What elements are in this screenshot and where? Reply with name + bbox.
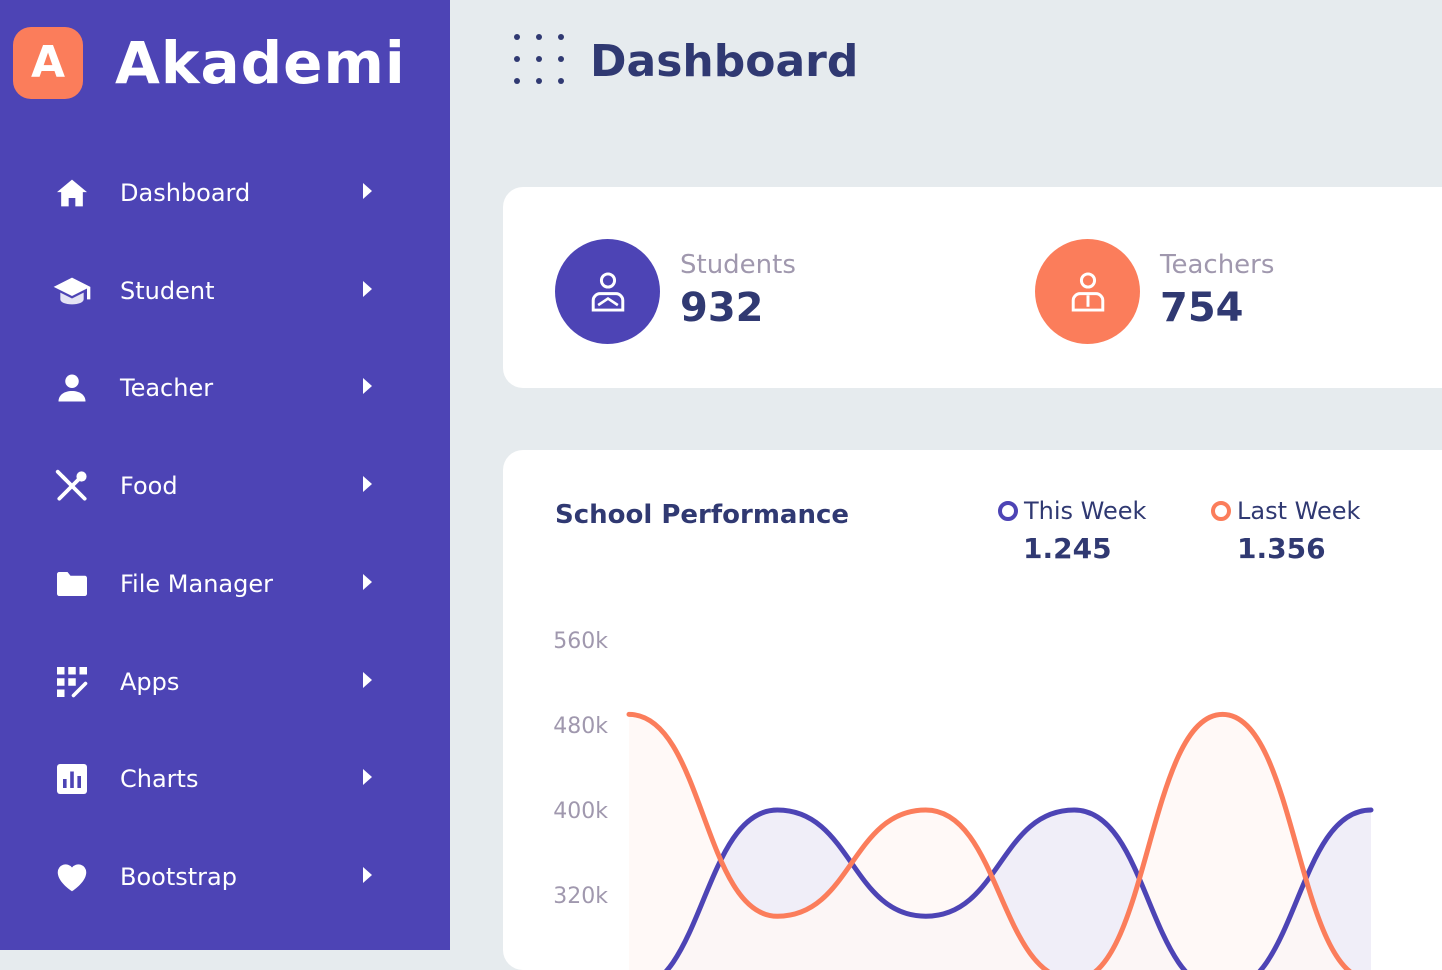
graduation-cap-icon	[50, 269, 94, 313]
folder-icon	[50, 562, 94, 606]
sidebar-item-teacher[interactable]: Teacher	[50, 363, 390, 413]
brand[interactable]: A Akademi	[13, 27, 406, 99]
sidebar-item-apps[interactable]: Apps	[50, 657, 390, 707]
sidebar-item-label: File Manager	[120, 570, 273, 598]
sidebar-item-label: Dashboard	[120, 179, 251, 207]
chevron-right-icon	[363, 378, 372, 394]
utensils-icon	[50, 464, 94, 508]
sidebar-item-dashboard[interactable]: Dashboard	[50, 168, 390, 218]
school-performance-card: School Performance This Week 1.245 Last …	[503, 450, 1442, 970]
sidebar-item-label: Teacher	[120, 374, 214, 402]
y-tick-label: 480k	[553, 714, 608, 739]
y-tick-label: 400k	[553, 799, 608, 824]
brand-logo: A	[13, 27, 83, 99]
home-icon	[50, 171, 94, 215]
chevron-right-icon	[363, 672, 372, 688]
sidebar-item-student[interactable]: Student	[50, 266, 390, 316]
chevron-right-icon	[363, 476, 372, 492]
y-tick-label: 560k	[553, 629, 608, 654]
sidebar-item-food[interactable]: Food	[50, 461, 390, 511]
teacher-icon	[1035, 239, 1140, 344]
student-icon	[555, 239, 660, 344]
students-count: 932	[680, 285, 764, 331]
students-label: Students	[680, 250, 796, 280]
sidebar: A Akademi Dashboard Student Teacher Food	[0, 0, 450, 950]
sidebar-item-file-manager[interactable]: File Manager	[50, 559, 390, 609]
dots-grid-icon[interactable]	[510, 30, 570, 90]
sidebar-item-charts[interactable]: Charts	[50, 754, 390, 804]
chevron-right-icon	[363, 867, 372, 883]
performance-chart: 560k 480k 400k 320k	[553, 629, 1374, 970]
chevron-right-icon	[363, 183, 372, 199]
stats-card: Students 932 Teachers 754	[503, 187, 1442, 388]
chevron-right-icon	[363, 281, 372, 297]
page-title: Dashboard	[590, 36, 859, 87]
brand-name: Akademi	[115, 29, 406, 97]
sidebar-item-label: Bootstrap	[120, 863, 237, 891]
person-icon	[50, 366, 94, 410]
chevron-right-icon	[363, 769, 372, 785]
sidebar-item-label: Charts	[120, 765, 199, 793]
sidebar-item-label: Apps	[120, 668, 180, 696]
apps-grid-icon	[50, 660, 94, 704]
sidebar-item-bootstrap[interactable]: Bootstrap	[50, 852, 390, 902]
bar-chart-icon	[50, 757, 94, 801]
teachers-count: 754	[1160, 285, 1244, 331]
chevron-right-icon	[363, 574, 372, 590]
sidebar-item-label: Food	[120, 472, 178, 500]
sidebar-item-label: Student	[120, 277, 215, 305]
teachers-label: Teachers	[1160, 250, 1275, 280]
y-tick-label: 320k	[553, 884, 608, 909]
heart-icon	[50, 855, 94, 899]
